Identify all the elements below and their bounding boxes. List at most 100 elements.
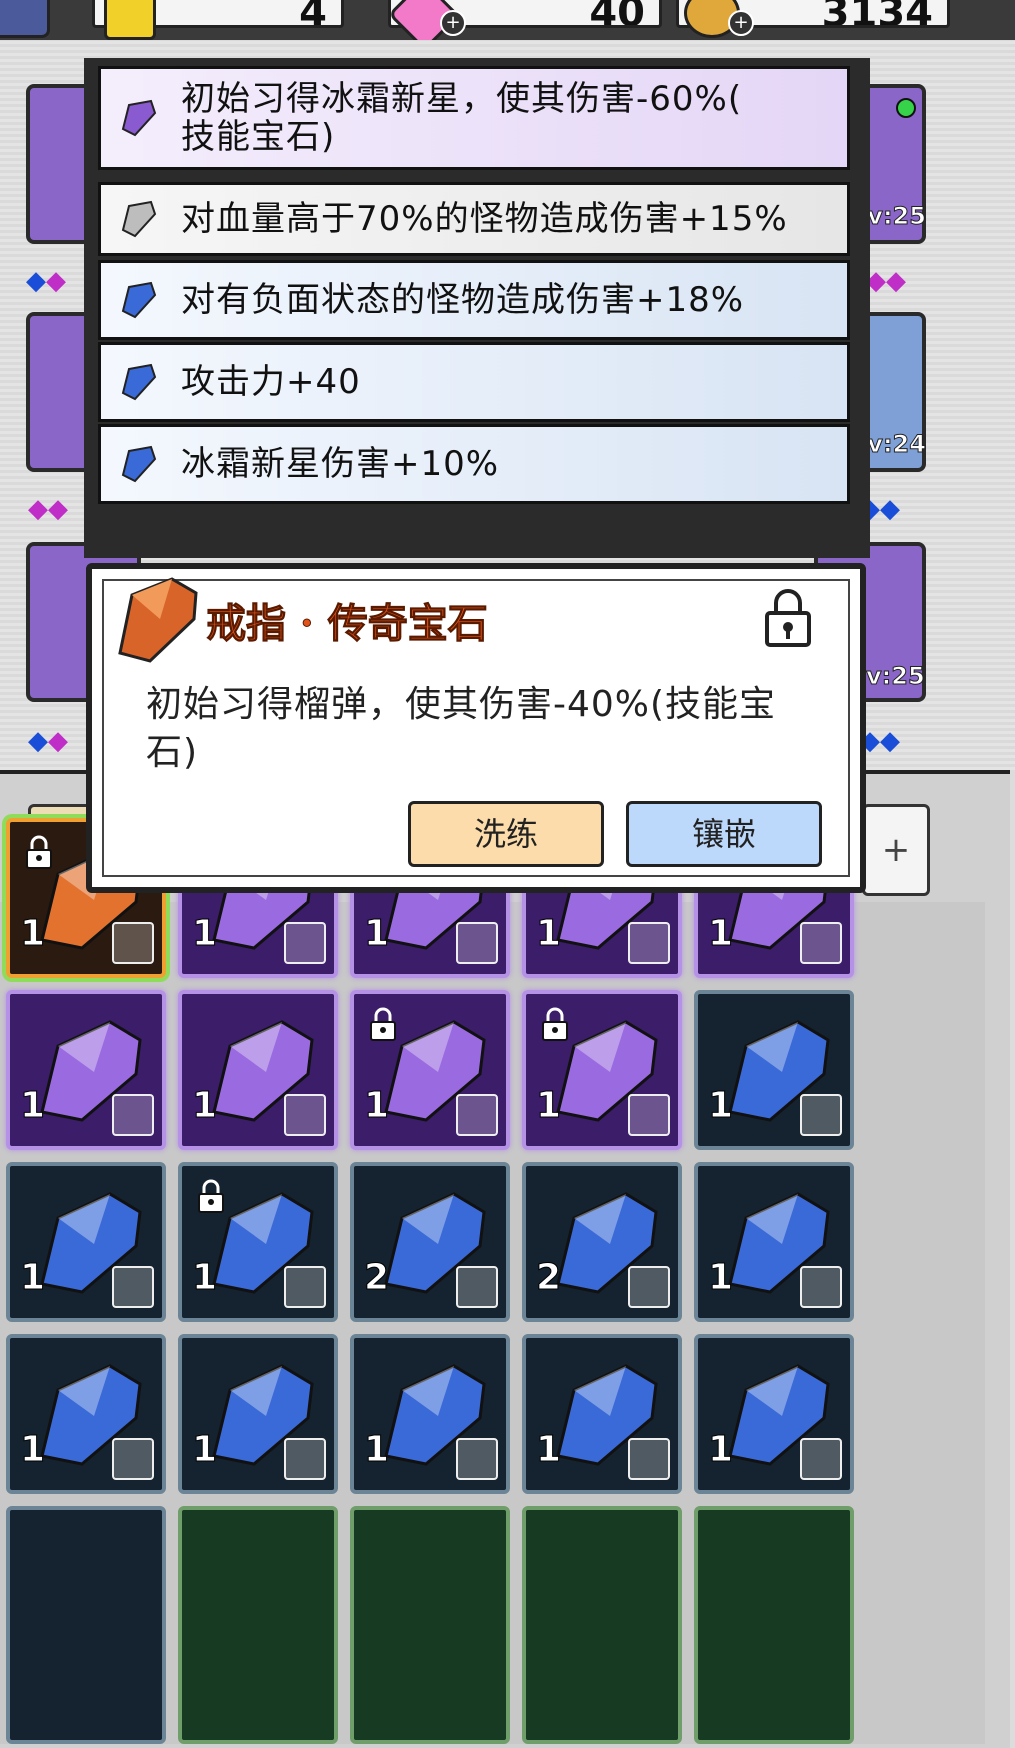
yellow-gem-icon xyxy=(104,0,156,40)
equipment-type-icon xyxy=(284,1094,326,1136)
gem-count: 1 xyxy=(19,1257,46,1299)
diamond-row-icon: ◆◆ xyxy=(866,266,906,296)
inventory-gem-slot[interactable]: 1 xyxy=(694,990,854,1150)
lock-icon xyxy=(24,834,54,870)
gem-count: 1 xyxy=(191,913,218,955)
reroll-button[interactable]: 洗练 xyxy=(408,801,604,867)
inventory-gem-slot[interactable]: 1 xyxy=(6,990,166,1150)
inventory-gem-slot[interactable] xyxy=(350,1506,510,1744)
slot-level-3: v:25 xyxy=(866,662,926,691)
add-diamonds-button[interactable]: + xyxy=(440,10,466,36)
equipment-type-icon xyxy=(800,1094,842,1136)
inventory-gem-slot[interactable]: 1 xyxy=(178,1162,338,1322)
inventory-gem-slot[interactable] xyxy=(694,1506,854,1744)
blue-gem-icon xyxy=(121,363,157,401)
diamond-count: 40 xyxy=(589,0,645,28)
gem-count: 1 xyxy=(535,913,562,955)
diamond-row-icon: ◆◆ xyxy=(28,494,68,524)
list-entry[interactable]: 攻击力+40 xyxy=(98,342,850,422)
inventory-gem-slot[interactable]: 1 xyxy=(350,1334,510,1494)
lock-icon xyxy=(368,1006,398,1042)
blue-gem-icon xyxy=(121,445,157,483)
equipment-type-icon xyxy=(800,1438,842,1480)
list-entry-text: 冰霜新星伤害+10% xyxy=(181,444,500,484)
list-entry-text: 对有负面状态的怪物造成伤害+18% xyxy=(181,280,745,320)
gem-list-popup: 初始习得冰霜新星，使其伤害-60%( 技能宝石) 对血量高于70%的怪物造成伤害… xyxy=(84,58,870,558)
detail-description: 初始习得榴弹，使其伤害-40%(技能宝 石) xyxy=(146,681,826,777)
equipment-type-icon xyxy=(112,1438,154,1480)
gem-count: 1 xyxy=(363,1085,390,1127)
equipment-type-icon xyxy=(628,922,670,964)
inventory-gem-slot[interactable]: 2 xyxy=(350,1162,510,1322)
equipment-type-icon xyxy=(456,1094,498,1136)
inventory-gem-slot[interactable]: 1 xyxy=(350,990,510,1150)
gem-count: 1 xyxy=(191,1429,218,1471)
tab-plus[interactable]: + xyxy=(862,804,930,896)
diamond-row-icon: ◆◆ xyxy=(860,726,900,756)
diamond-row-icon: ◆◆ xyxy=(26,266,66,296)
equipment-type-icon xyxy=(112,1094,154,1136)
inventory-gem-slot[interactable] xyxy=(522,1506,682,1744)
gem-detail-popup: 戒指 · 传奇宝石 初始习得榴弹，使其伤害-40%(技能宝 石) 洗练 镶嵌 xyxy=(86,563,866,893)
inventory-gem-slot[interactable] xyxy=(178,1506,338,1744)
equipment-type-icon xyxy=(284,922,326,964)
gem-count: 1 xyxy=(363,913,390,955)
detail-title: 戒指 · 传奇宝石 xyxy=(206,600,489,648)
gem-count: 1 xyxy=(707,1257,734,1299)
avatar[interactable] xyxy=(0,0,50,38)
gem-count: 1 xyxy=(707,913,734,955)
equipment-type-icon xyxy=(456,1438,498,1480)
gem-count: 4 xyxy=(299,0,327,28)
list-entry[interactable]: 对血量高于70%的怪物造成伤害+15% xyxy=(98,182,850,256)
gem-count: 2 xyxy=(363,1257,390,1299)
white-gem-icon xyxy=(121,200,157,238)
add-coins-button[interactable]: + xyxy=(728,10,754,36)
inventory-gem-slot[interactable] xyxy=(6,1506,166,1744)
list-entry-text: 技能宝石) xyxy=(181,117,336,157)
inventory-gem-slot[interactable]: 1 xyxy=(694,1334,854,1494)
list-entry-text: 攻击力+40 xyxy=(181,362,361,402)
detail-description-line: 石) xyxy=(146,732,199,773)
inventory-gem-slot[interactable]: 2 xyxy=(522,1162,682,1322)
inventory-gem-slot[interactable]: 1 xyxy=(522,990,682,1150)
equipment-type-icon xyxy=(284,1438,326,1480)
diamond-row-icon: ◆◆ xyxy=(28,726,68,756)
equipment-type-icon xyxy=(800,922,842,964)
green-dot-indicator xyxy=(896,98,916,118)
gem-count: 1 xyxy=(707,1085,734,1127)
gem-count: 1 xyxy=(191,1085,218,1127)
gem-count: 1 xyxy=(707,1429,734,1471)
lock-icon[interactable] xyxy=(762,585,814,649)
coin-count: 3134 xyxy=(821,0,933,28)
equipment-type-icon xyxy=(628,1094,670,1136)
equipment-type-icon xyxy=(112,1266,154,1308)
blue-gem-icon xyxy=(121,281,157,319)
list-entry[interactable]: 对有负面状态的怪物造成伤害+18% xyxy=(98,260,850,340)
equipment-type-icon xyxy=(628,1438,670,1480)
inventory-gem-slot[interactable]: 1 xyxy=(178,990,338,1150)
list-entry[interactable]: 初始习得冰霜新星，使其伤害-60%( 技能宝石) xyxy=(98,66,850,170)
equipment-type-icon xyxy=(284,1266,326,1308)
detail-description-line: 初始习得榴弹，使其伤害-40%(技能宝 xyxy=(146,684,777,725)
purple-gem-icon xyxy=(121,99,157,137)
inventory-gem-slot[interactable]: 1 xyxy=(6,1162,166,1322)
list-entry-text: 对血量高于70%的怪物造成伤害+15% xyxy=(181,199,788,239)
equipment-type-icon xyxy=(628,1266,670,1308)
equipment-type-icon xyxy=(456,1266,498,1308)
equipment-type-icon xyxy=(456,922,498,964)
gem-count: 1 xyxy=(19,1085,46,1127)
equipment-type-icon xyxy=(112,922,154,964)
list-entry[interactable]: 冰霜新星伤害+10% xyxy=(98,424,850,504)
gem-count: 1 xyxy=(535,1085,562,1127)
embed-button[interactable]: 镶嵌 xyxy=(626,801,822,867)
lock-icon xyxy=(540,1006,570,1042)
gem-count: 1 xyxy=(363,1429,390,1471)
inventory-gem-slot[interactable]: 1 xyxy=(522,1334,682,1494)
gem-count: 1 xyxy=(191,1257,218,1299)
inventory-gem-slot[interactable]: 1 xyxy=(6,1334,166,1494)
list-entry-text: 初始习得冰霜新星，使其伤害-60%( xyxy=(181,79,743,119)
inventory-gem-slot[interactable]: 1 xyxy=(694,1162,854,1322)
orange-gem-icon xyxy=(118,577,198,663)
inventory-gem-slot[interactable]: 1 xyxy=(178,1334,338,1494)
gem-count: 1 xyxy=(535,1429,562,1471)
